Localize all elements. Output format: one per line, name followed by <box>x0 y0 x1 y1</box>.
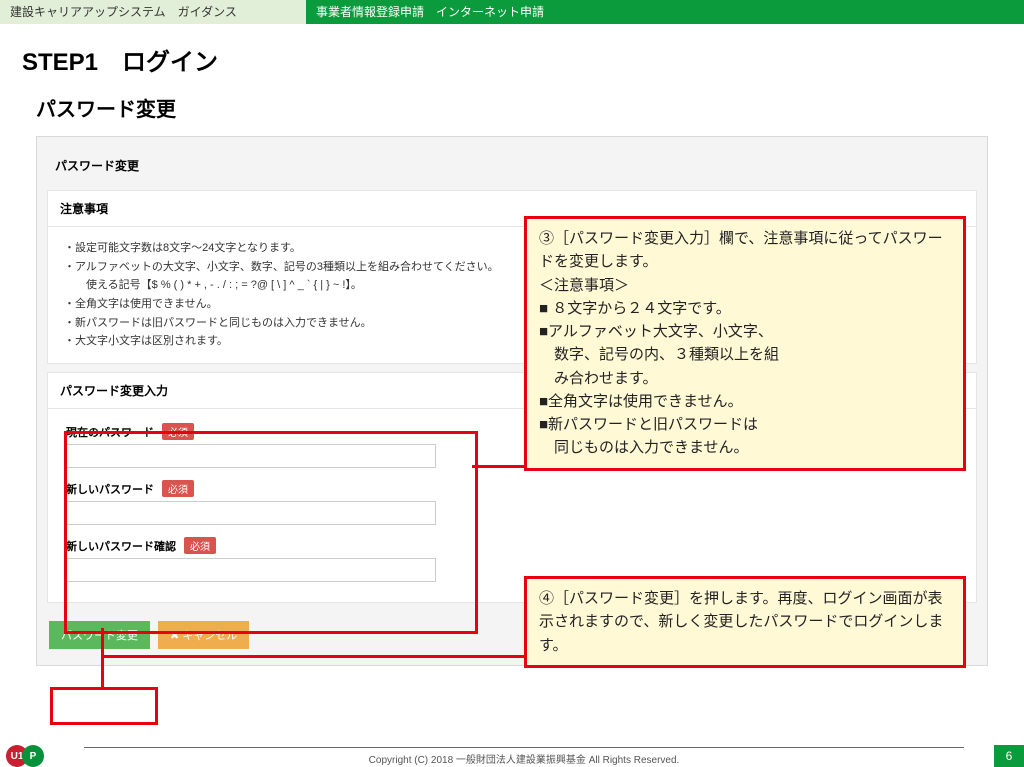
panel-title: パスワード変更 <box>47 147 977 182</box>
required-badge: 必須 <box>162 480 194 497</box>
submit-button[interactable]: パスワード変更 <box>49 621 150 649</box>
confirm-password-input[interactable] <box>66 558 436 582</box>
callout-step3: ③［パスワード変更入力］欄で、注意事項に従ってパスワードを変更します。 ＜注意事… <box>524 216 966 471</box>
annotation-connector <box>472 465 524 468</box>
required-badge: 必須 <box>184 537 216 554</box>
label-current: 現在のパスワード <box>66 424 154 440</box>
field-new-password: 新しいパスワード 必須 <box>66 480 958 525</box>
header-left: 建設キャリアアップシステム ガイダンス <box>0 0 306 24</box>
cancel-button[interactable]: ✖ キャンセル <box>158 621 249 649</box>
new-password-input[interactable] <box>66 501 436 525</box>
required-badge: 必須 <box>162 423 194 440</box>
logo: U1 P <box>6 745 44 767</box>
annotation-connector <box>101 655 524 658</box>
callout-step4: ④［パスワード変更］を押します。再度、ログイン画面が表示されますので、新しく変更… <box>524 576 966 668</box>
step-title: STEP1 ログイン <box>22 42 1024 77</box>
annotation-connector <box>101 628 104 688</box>
annotation-box-submit <box>50 687 158 725</box>
logo-p-icon: P <box>22 745 44 767</box>
page-number: 6 <box>994 745 1024 767</box>
label-new: 新しいパスワード <box>66 481 154 497</box>
label-confirm: 新しいパスワード確認 <box>66 538 176 554</box>
footer: U1 P Copyright (C) 2018 一般財団法人建設業振興基金 Al… <box>0 745 1024 767</box>
copyright: Copyright (C) 2018 一般財団法人建設業振興基金 All Rig… <box>84 747 964 766</box>
current-password-input[interactable] <box>66 444 436 468</box>
header-bar: 建設キャリアアップシステム ガイダンス 事業者情報登録申請 インターネット申請 <box>0 0 1024 24</box>
header-right: 事業者情報登録申請 インターネット申請 <box>306 0 1024 24</box>
page-title: パスワード変更 <box>36 93 1024 122</box>
